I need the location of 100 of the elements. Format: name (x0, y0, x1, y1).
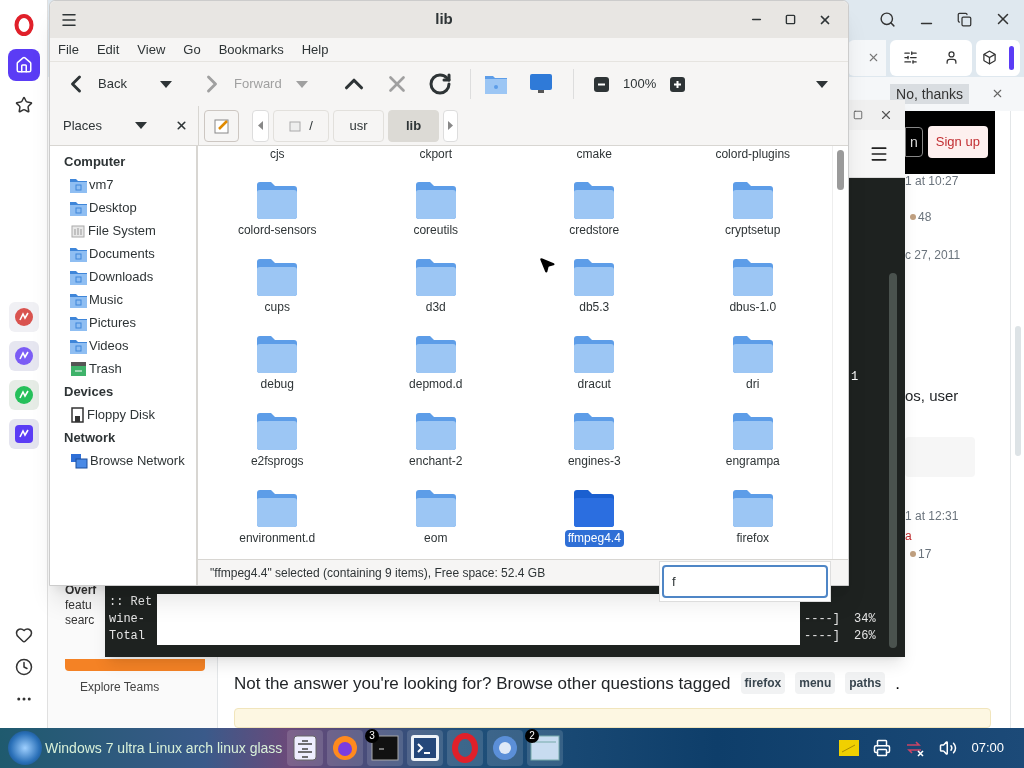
code-block (905, 437, 975, 477)
search-icon[interactable] (879, 10, 896, 28)
explore-teams-link[interactable]: Explore Teams (80, 677, 217, 696)
back-button[interactable]: Back (62, 66, 190, 102)
folder-item[interactable]: depmod.d (356, 321, 515, 398)
close-icon[interactable] (175, 119, 188, 132)
taskbar-button[interactable]: 2 (527, 730, 563, 766)
place-item[interactable]: Trash (64, 357, 196, 380)
menu-item[interactable]: Go (183, 39, 201, 60)
folder-item[interactable]: d3d (356, 244, 515, 321)
folder-item[interactable]: eom (356, 475, 515, 552)
file-name[interactable]: cjs (266, 146, 288, 167)
printer-icon[interactable] (873, 739, 892, 757)
folder-item[interactable]: environment.d (198, 475, 357, 552)
folder-item[interactable]: enchant-2 (356, 398, 515, 475)
note-icon[interactable] (839, 740, 860, 756)
tag[interactable]: paths (845, 672, 886, 695)
place-item[interactable]: Pictures (64, 311, 196, 334)
menu-item[interactable]: View (137, 39, 166, 60)
zoom-in-icon[interactable] (670, 76, 686, 92)
menu-item[interactable]: Edit (96, 39, 120, 60)
left-triangle-icon (258, 121, 263, 130)
home-sidebar-button[interactable] (7, 49, 40, 81)
place-item[interactable]: Downloads (64, 265, 196, 288)
folder-item[interactable]: engrampa (673, 398, 832, 475)
network-disconnected-icon[interactable] (905, 739, 926, 757)
post-time: 1 at 10:27 (905, 172, 960, 190)
menu-item[interactable]: Help (301, 39, 329, 60)
folder-item[interactable]: credstore (515, 167, 674, 244)
folder-icon (256, 181, 299, 221)
place-item[interactable]: Browse Network (64, 449, 196, 472)
folder-item[interactable]: firefox (673, 475, 832, 552)
scroll-right-button[interactable] (443, 109, 458, 142)
file-name[interactable]: ckport (416, 146, 456, 167)
taskbar-button[interactable]: 3 (367, 730, 403, 766)
terminal-text: 1 (851, 369, 859, 386)
place-item[interactable]: Desktop (64, 196, 196, 219)
path-button[interactable]: usr (333, 109, 384, 142)
folder-item[interactable]: coreutils (356, 167, 515, 244)
file-name: credstore (568, 222, 621, 240)
start-button[interactable] (8, 731, 42, 765)
right-triangle-icon (448, 121, 453, 130)
music-folder-icon (70, 291, 87, 308)
home-folder-icon (70, 176, 87, 193)
user-icon[interactable] (944, 50, 959, 66)
taskbar-button[interactable] (487, 730, 523, 766)
places-dropdown[interactable]: Places (63, 115, 135, 136)
maximize-icon[interactable] (785, 14, 796, 25)
folder-item[interactable]: cups (198, 244, 357, 321)
folder-item[interactable]: cryptsetup (673, 167, 832, 244)
folder-item[interactable]: colord-sensors (198, 167, 357, 244)
computer-icon[interactable] (529, 73, 553, 95)
folder-item[interactable]: db5.3 (515, 244, 674, 321)
path-button[interactable]: / (273, 109, 329, 142)
scrollbar[interactable] (1010, 110, 1024, 728)
star-icon (14, 96, 33, 114)
section-heading: Computer (64, 153, 127, 171)
taskbar-button[interactable] (407, 730, 443, 766)
scroll-left-button[interactable] (252, 109, 269, 142)
no-thanks-button[interactable]: No, thanks (890, 83, 969, 104)
folder-icon[interactable] (485, 74, 507, 94)
folder-item[interactable]: e2fsprogs (198, 398, 357, 475)
taskbar-button[interactable] (287, 730, 323, 766)
start-label: Windows 7 ultra Linux arch linux glass (45, 738, 284, 758)
folder-item[interactable]: dri (673, 321, 832, 398)
volume-icon[interactable] (939, 739, 958, 757)
window-title: lib (434, 9, 454, 30)
files-icon (292, 735, 318, 761)
zoom-out-icon[interactable] (594, 76, 609, 92)
heart-icon[interactable] (14, 626, 33, 644)
tag[interactable]: firefox (740, 672, 786, 695)
signup-button[interactable]: Sign up (927, 126, 988, 158)
cube-icon[interactable] (982, 50, 997, 66)
learn-more-button[interactable] (65, 658, 205, 671)
section-heading: Network (64, 429, 117, 447)
folder-item[interactable]: ffmpeg4.4 (515, 475, 674, 552)
restore-icon[interactable] (957, 11, 972, 27)
place-item[interactable]: File System (64, 219, 196, 242)
sliders-icon[interactable] (903, 50, 918, 66)
file-name[interactable]: colord-plugins (712, 146, 794, 167)
place-item[interactable]: Floppy Disk (64, 403, 196, 426)
place-item[interactable]: Music (64, 288, 196, 311)
close-icon[interactable] (879, 108, 893, 122)
clock-icon[interactable] (14, 658, 33, 676)
tag[interactable]: menu (795, 672, 836, 695)
folder-item[interactable]: debug (198, 321, 357, 398)
place-item[interactable]: vm7 (64, 173, 196, 196)
menu-item[interactable]: File (58, 39, 79, 60)
file-name[interactable]: cmake (573, 146, 615, 167)
file-name: dri (745, 376, 761, 394)
path-button[interactable]: lib (388, 109, 439, 142)
folder-item[interactable]: dracut (515, 321, 674, 398)
folder-item[interactable]: engines-3 (515, 398, 674, 475)
place-item[interactable]: Documents (64, 242, 196, 265)
place-item[interactable]: Videos (64, 334, 196, 357)
search-field[interactable]: f (662, 565, 828, 598)
scrollbar[interactable] (889, 273, 897, 648)
menu-item[interactable]: Bookmarks (218, 39, 284, 60)
folder-item[interactable]: dbus-1.0 (673, 244, 832, 321)
user-link[interactable]: a (905, 527, 1010, 545)
